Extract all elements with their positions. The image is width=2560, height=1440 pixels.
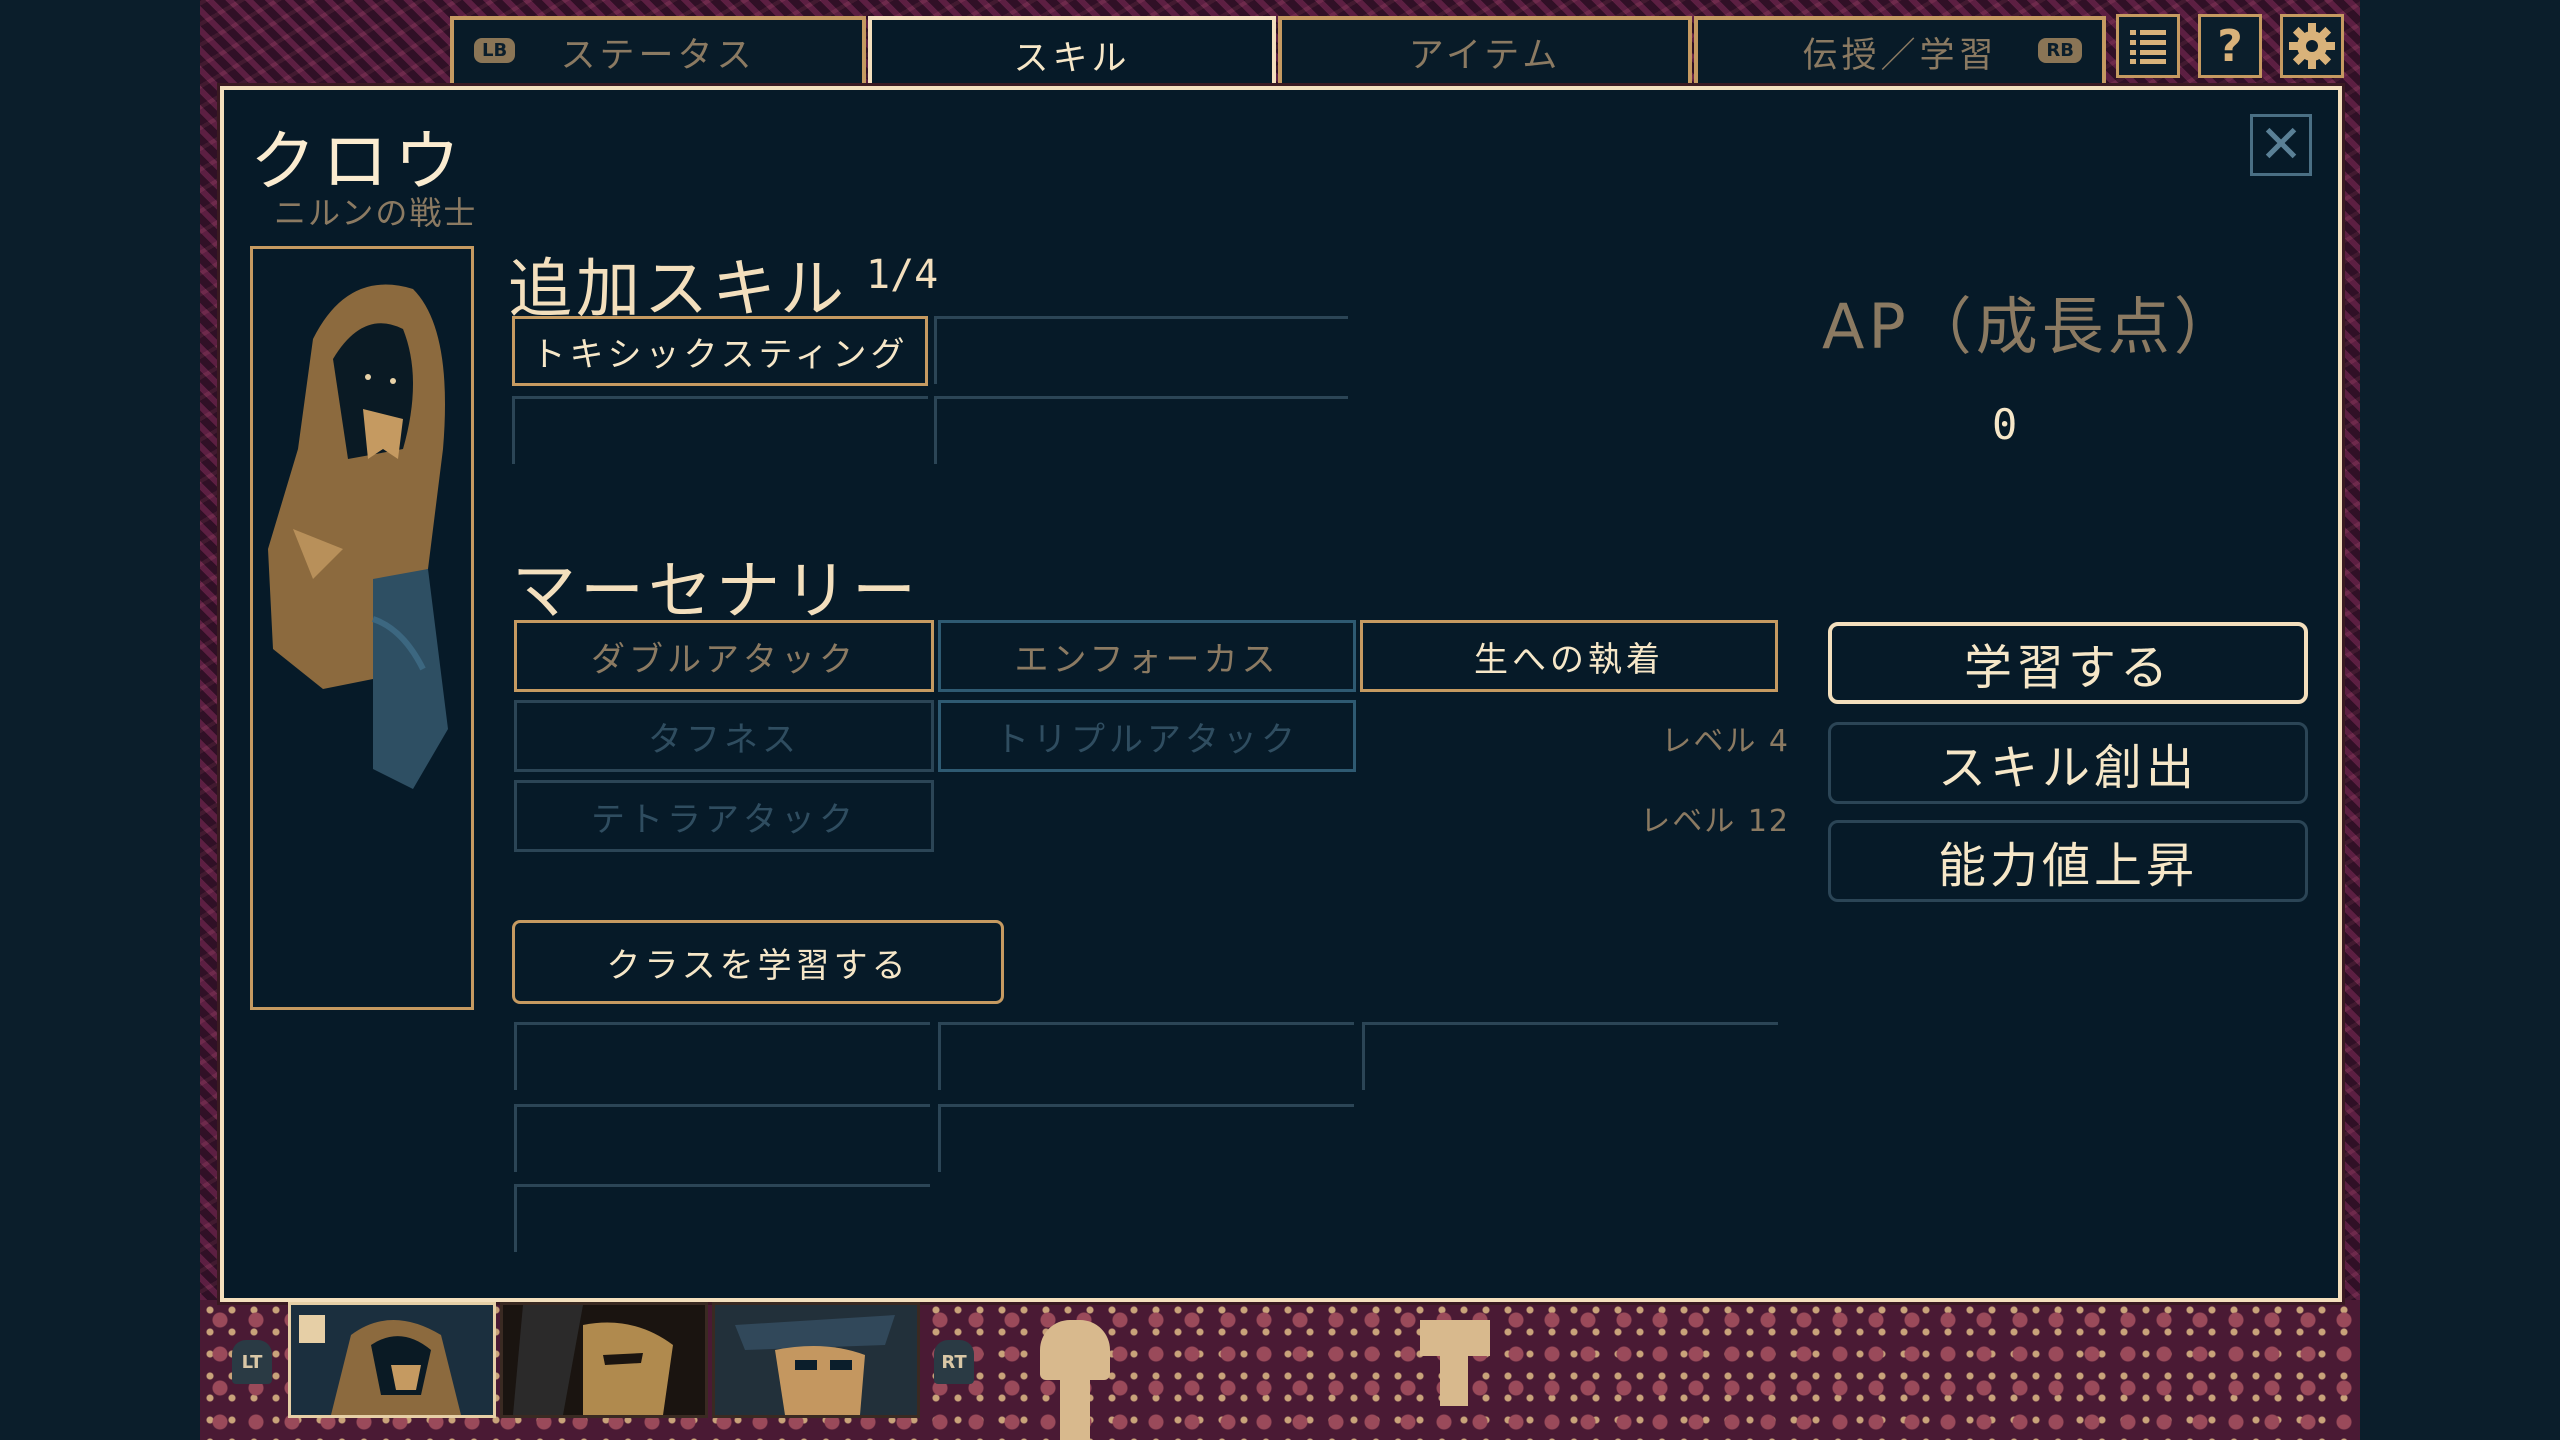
- extra-skill-slot[interactable]: [934, 316, 1348, 384]
- tab-skill[interactable]: スキル: [868, 16, 1276, 90]
- class-skill-slot[interactable]: トリプルアタック: [938, 700, 1356, 772]
- tab-teach-learn[interactable]: 伝授／学習 RB: [1694, 16, 2106, 84]
- class-slot-empty[interactable]: [1362, 1022, 1778, 1090]
- rt-trigger-icon: RT: [934, 1340, 974, 1384]
- list-icon-glyph: [2130, 30, 2166, 64]
- background-ornament: [1420, 1320, 1490, 1356]
- class-slot-empty[interactable]: [514, 1104, 930, 1172]
- class-skill-slot[interactable]: タフネス: [514, 700, 934, 772]
- tab-items[interactable]: アイテム: [1278, 16, 1692, 84]
- class-slot-empty[interactable]: [514, 1184, 930, 1252]
- learn-button[interactable]: 学習する: [1828, 622, 2308, 704]
- class-title: マーセナリー: [512, 555, 920, 629]
- help-icon[interactable]: ?: [2198, 14, 2262, 78]
- ap-title: AP（成長点）: [1822, 290, 2240, 363]
- extra-skill-slot[interactable]: [512, 396, 928, 464]
- extra-skill-slot[interactable]: トキシックスティング: [512, 316, 928, 386]
- class-slot-empty[interactable]: [938, 1022, 1354, 1090]
- lt-trigger-icon: LT: [232, 1340, 272, 1384]
- party-member-3-thumbnail: [715, 1305, 917, 1415]
- hooded-figure-portrait: [268, 284, 448, 789]
- rb-button-icon: RB: [2038, 38, 2082, 63]
- class-skill-slot[interactable]: エンフォーカス: [938, 620, 1356, 692]
- ap-value: 0: [1992, 400, 2018, 449]
- unlock-level-label: レベル 12: [1640, 804, 1790, 839]
- tab-items-label: アイテム: [1408, 35, 1562, 76]
- create-skill-button[interactable]: スキル創出: [1828, 722, 2308, 804]
- character-portrait: [250, 246, 474, 1010]
- party-member-crow[interactable]: [288, 1302, 496, 1418]
- list-icon[interactable]: [2116, 14, 2180, 78]
- party-member-3[interactable]: [712, 1302, 920, 1418]
- tab-teach-learn-label: 伝授／学習: [1802, 35, 1998, 76]
- extra-skills-count: 1/4: [866, 252, 939, 298]
- tab-skill-label: スキル: [1013, 38, 1131, 79]
- character-subtitle: ニルンの戦士: [274, 194, 478, 232]
- tab-status[interactable]: LB ステータス: [450, 16, 866, 84]
- class-skill-slot[interactable]: 生への執着: [1360, 620, 1778, 692]
- gear-icon[interactable]: [2280, 14, 2344, 78]
- class-slot-empty[interactable]: [938, 1104, 1354, 1172]
- learn-class-button[interactable]: クラスを学習する: [512, 920, 1004, 1004]
- crow-thumbnail: [291, 1305, 493, 1415]
- party-member-2[interactable]: [500, 1302, 708, 1418]
- class-skill-slot[interactable]: テトラアタック: [514, 780, 934, 852]
- lb-button-icon: LB: [474, 38, 516, 63]
- tab-status-label: ステータス: [560, 35, 756, 76]
- raise-stats-button[interactable]: 能力値上昇: [1828, 820, 2308, 902]
- party-member-2-thumbnail: [503, 1305, 705, 1415]
- gear-icon-glyph: [2289, 23, 2335, 69]
- close-button[interactable]: ✕: [2250, 114, 2312, 176]
- close-icon: ✕: [2259, 115, 2303, 175]
- class-slot-empty[interactable]: [514, 1022, 930, 1090]
- background-ornament: [1060, 1370, 1090, 1440]
- unlock-level-label: レベル 4: [1661, 724, 1790, 759]
- background-ornament: [1440, 1356, 1468, 1406]
- class-skill-slot[interactable]: ダブルアタック: [514, 620, 934, 692]
- extra-skill-slot[interactable]: [934, 396, 1348, 464]
